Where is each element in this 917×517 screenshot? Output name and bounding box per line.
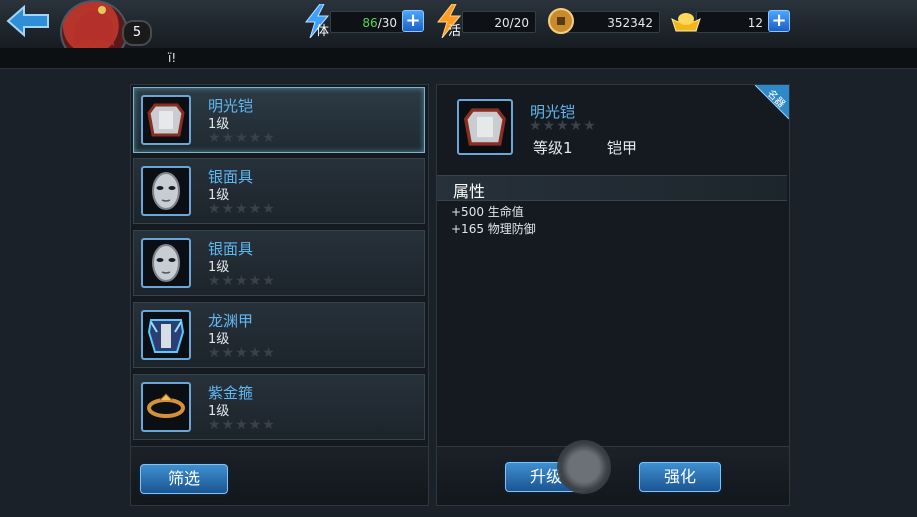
rarity-ribbon: 名器 <box>745 85 789 129</box>
coin-counter: 352342 <box>566 11 660 33</box>
ingot-counter: 12 <box>696 11 770 33</box>
detail-level: 等级1 <box>533 139 573 157</box>
player-level-badge: 5 <box>122 20 152 46</box>
item-stars: ★★★★★ <box>208 130 276 146</box>
equipment-item[interactable]: 紫金箍 1级 ★★★★★ <box>133 374 425 440</box>
stamina-current: 86 <box>362 16 378 30</box>
stamina-icon: 体 <box>304 3 332 39</box>
back-arrow-icon <box>6 4 49 38</box>
back-button[interactable] <box>4 4 52 38</box>
attribute-line: +165 物理防御 <box>451 222 536 236</box>
ticker-text: ï! <box>168 51 177 65</box>
stamina-max: /30 <box>377 16 397 30</box>
news-ticker: ï! <box>0 48 917 69</box>
right-button-bar: 升级 强化 <box>437 446 789 505</box>
equipment-item[interactable]: 龙渊甲 1级 ★★★★★ <box>133 302 425 368</box>
energy-counter: 20/20 <box>462 11 536 33</box>
strengthen-button[interactable]: 强化 <box>639 462 721 492</box>
left-button-bar: 筛选 <box>131 446 428 505</box>
coin-icon <box>548 8 574 34</box>
item-stars: ★★★★★ <box>208 417 276 433</box>
energy-icon: 活 <box>436 3 464 39</box>
add-ingot-button[interactable]: + <box>768 10 790 32</box>
equipment-detail-panel: 明光铠 ★★★★★ 等级1 铠甲 名器 属性 +500 生命值 +165 物理防… <box>436 84 790 506</box>
headband-icon <box>141 382 191 432</box>
mask-icon <box>141 166 191 216</box>
equipment-item[interactable]: 银面具 1级 ★★★★★ <box>133 230 425 296</box>
item-stars: ★★★★★ <box>208 345 276 361</box>
armor-icon <box>141 95 191 145</box>
equipment-list-panel: 明光铠 1级 ★★★★★ 银面具 1级 ★★★★★ 银面具 1级 ★★★★★ 龙… <box>130 84 429 506</box>
armor-icon <box>457 99 513 155</box>
stamina-icon-label: 体 <box>316 24 330 39</box>
attributes-header: 属性 <box>437 175 787 201</box>
dragon-armor-icon <box>141 310 191 360</box>
filter-button[interactable]: 筛选 <box>140 464 228 494</box>
add-stamina-button[interactable]: + <box>402 10 424 32</box>
energy-icon-label: 活 <box>448 24 462 39</box>
attributes-title: 属性 <box>453 182 486 201</box>
equipment-item[interactable]: 银面具 1级 ★★★★★ <box>133 158 425 224</box>
detail-stars: ★★★★★ <box>529 118 597 134</box>
gold-ingot-icon <box>670 9 702 33</box>
mask-icon <box>141 238 191 288</box>
equipment-item[interactable]: 明光铠 1级 ★★★★★ <box>133 87 425 153</box>
detail-type: 铠甲 <box>607 139 638 157</box>
item-stars: ★★★★★ <box>208 201 276 217</box>
attribute-line: +500 生命值 <box>451 205 524 219</box>
stamina-counter: 86/30 <box>330 11 404 33</box>
item-stars: ★★★★★ <box>208 273 276 289</box>
touch-indicator <box>557 440 611 494</box>
